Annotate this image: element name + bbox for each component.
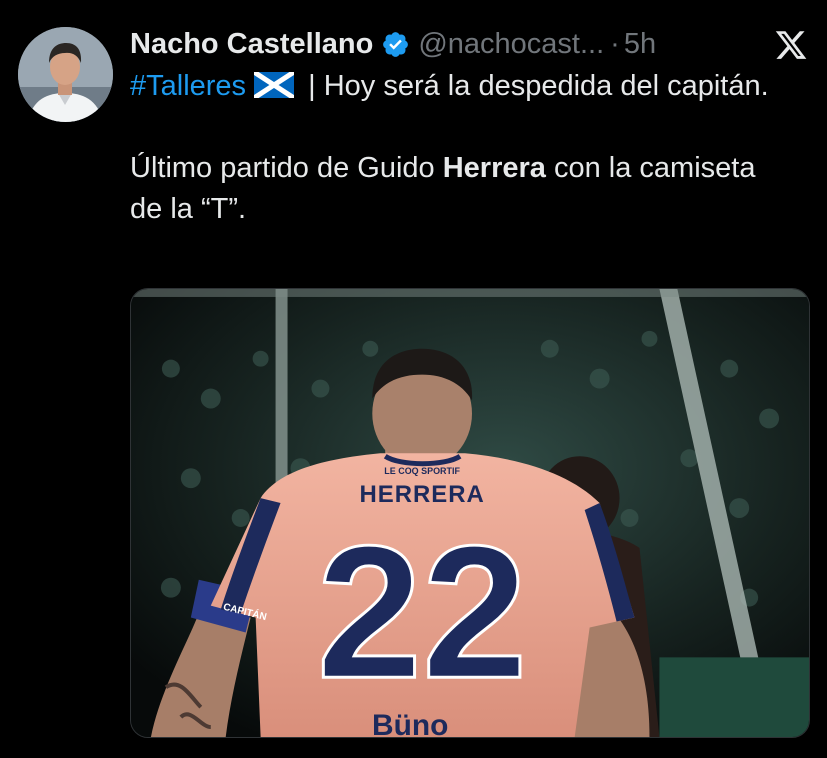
jersey-bottom-sponsor: Büno <box>372 709 448 737</box>
tweet-card[interactable]: Nacho Castellano @nachocast... · 5h #Tal… <box>0 0 827 758</box>
tweet-text-line2-start: Último partido de Guido <box>130 152 443 184</box>
tweet-header: Nacho Castellano @nachocast... · 5h <box>130 24 656 64</box>
jersey-name: HERRERA <box>360 481 485 508</box>
jersey-sponsor: LE COQ SPORTIF <box>384 466 460 476</box>
tweet-paragraph-1: #Talleres | Hoy será la despedida del ca… <box>130 66 790 107</box>
tweet-photo[interactable]: LE COQ SPORTIF HERRERA 22 CAPITÁN Büno <box>130 288 810 738</box>
hashtag-link[interactable]: #Talleres <box>130 70 246 102</box>
tweet-text-bold-name: Herrera <box>442 152 546 184</box>
photo-player-back: LE COQ SPORTIF HERRERA 22 CAPITÁN Büno <box>131 289 809 737</box>
tweet-text: #Talleres | Hoy será la despedida del ca… <box>130 66 790 230</box>
author-handle[interactable]: @nachocast... <box>418 28 604 61</box>
verified-badge-icon <box>383 31 409 57</box>
tweet-paragraph-2: Último partido de Guido Herrera con la c… <box>130 148 790 230</box>
scotland-flag-icon <box>254 72 295 98</box>
avatar[interactable] <box>18 27 113 122</box>
user-avatar-icon <box>18 27 113 122</box>
tweet-text-line1: | Hoy será la despedida del capitán. <box>300 70 769 102</box>
timestamp[interactable]: 5h <box>624 28 656 61</box>
x-logo-icon[interactable] <box>773 28 809 62</box>
display-name[interactable]: Nacho Castellano <box>130 28 373 61</box>
separator-dot: · <box>610 27 620 60</box>
jersey-number: 22 <box>317 507 528 718</box>
